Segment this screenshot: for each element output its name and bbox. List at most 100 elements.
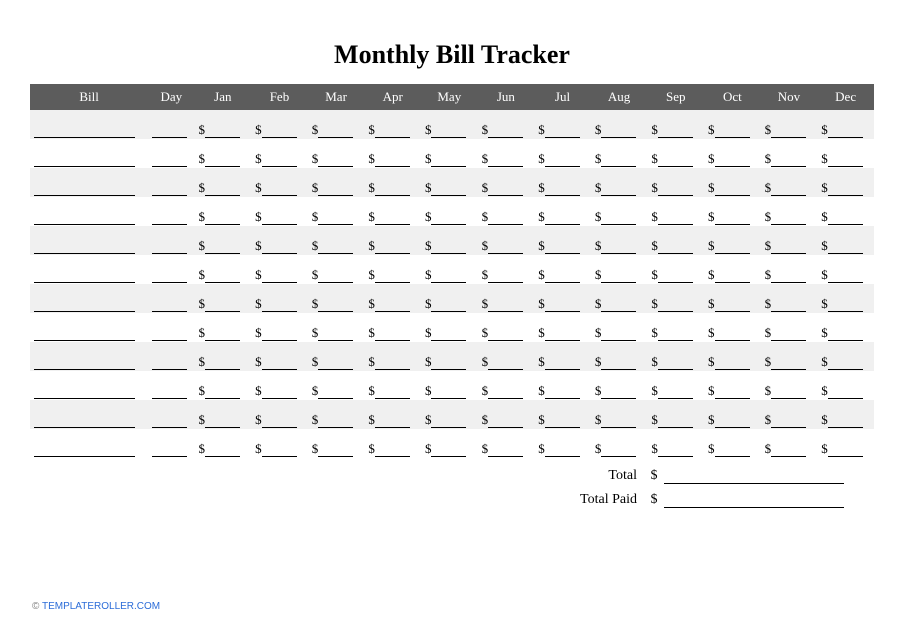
amount-blank[interactable] (488, 271, 523, 283)
bill-name-blank[interactable] (34, 358, 135, 370)
amount-blank[interactable] (771, 213, 806, 225)
amount-blank[interactable] (205, 416, 240, 428)
bill-name-blank[interactable] (34, 387, 135, 399)
amount-blank[interactable] (545, 329, 580, 341)
amount-blank[interactable] (658, 358, 693, 370)
day-blank[interactable] (152, 387, 187, 399)
day-blank[interactable] (152, 329, 187, 341)
amount-blank[interactable] (828, 416, 863, 428)
amount-blank[interactable] (488, 300, 523, 312)
amount-blank[interactable] (375, 387, 410, 399)
amount-blank[interactable] (431, 213, 466, 225)
amount-blank[interactable] (205, 155, 240, 167)
amount-blank[interactable] (262, 300, 297, 312)
amount-blank[interactable] (771, 126, 806, 138)
amount-blank[interactable] (262, 155, 297, 167)
amount-blank[interactable] (545, 126, 580, 138)
amount-blank[interactable] (771, 271, 806, 283)
amount-blank[interactable] (205, 242, 240, 254)
amount-blank[interactable] (488, 126, 523, 138)
amount-blank[interactable] (658, 416, 693, 428)
amount-blank[interactable] (658, 155, 693, 167)
amount-blank[interactable] (375, 184, 410, 196)
amount-blank[interactable] (658, 445, 693, 457)
amount-blank[interactable] (601, 416, 636, 428)
amount-blank[interactable] (771, 358, 806, 370)
amount-blank[interactable] (262, 271, 297, 283)
amount-blank[interactable] (262, 387, 297, 399)
amount-blank[interactable] (715, 445, 750, 457)
amount-blank[interactable] (318, 126, 353, 138)
amount-blank[interactable] (601, 300, 636, 312)
amount-blank[interactable] (828, 242, 863, 254)
amount-blank[interactable] (545, 271, 580, 283)
amount-blank[interactable] (545, 445, 580, 457)
amount-blank[interactable] (375, 271, 410, 283)
amount-blank[interactable] (601, 271, 636, 283)
amount-blank[interactable] (828, 155, 863, 167)
amount-blank[interactable] (545, 387, 580, 399)
amount-blank[interactable] (205, 329, 240, 341)
amount-blank[interactable] (375, 213, 410, 225)
day-blank[interactable] (152, 300, 187, 312)
bill-name-blank[interactable] (34, 271, 135, 283)
amount-blank[interactable] (601, 387, 636, 399)
amount-blank[interactable] (205, 184, 240, 196)
amount-blank[interactable] (318, 184, 353, 196)
amount-blank[interactable] (488, 184, 523, 196)
amount-blank[interactable] (318, 271, 353, 283)
amount-blank[interactable] (828, 387, 863, 399)
amount-blank[interactable] (715, 126, 750, 138)
amount-blank[interactable] (545, 155, 580, 167)
amount-blank[interactable] (431, 329, 466, 341)
amount-blank[interactable] (545, 300, 580, 312)
day-blank[interactable] (152, 242, 187, 254)
amount-blank[interactable] (601, 126, 636, 138)
amount-blank[interactable] (488, 358, 523, 370)
amount-blank[interactable] (545, 358, 580, 370)
amount-blank[interactable] (205, 387, 240, 399)
amount-blank[interactable] (601, 445, 636, 457)
amount-blank[interactable] (205, 126, 240, 138)
amount-blank[interactable] (715, 155, 750, 167)
amount-blank[interactable] (318, 155, 353, 167)
amount-blank[interactable] (658, 213, 693, 225)
amount-blank[interactable] (715, 329, 750, 341)
bill-name-blank[interactable] (34, 213, 135, 225)
amount-blank[interactable] (262, 126, 297, 138)
amount-blank[interactable] (828, 271, 863, 283)
bill-name-blank[interactable] (34, 416, 135, 428)
amount-blank[interactable] (601, 329, 636, 341)
amount-blank[interactable] (771, 329, 806, 341)
amount-blank[interactable] (375, 416, 410, 428)
day-blank[interactable] (152, 213, 187, 225)
amount-blank[interactable] (262, 445, 297, 457)
amount-blank[interactable] (375, 445, 410, 457)
amount-blank[interactable] (262, 242, 297, 254)
amount-blank[interactable] (431, 416, 466, 428)
amount-blank[interactable] (431, 387, 466, 399)
amount-blank[interactable] (658, 271, 693, 283)
amount-blank[interactable] (771, 300, 806, 312)
amount-blank[interactable] (318, 358, 353, 370)
amount-blank[interactable] (318, 387, 353, 399)
amount-blank[interactable] (828, 126, 863, 138)
amount-blank[interactable] (205, 300, 240, 312)
amount-blank[interactable] (205, 213, 240, 225)
day-blank[interactable] (152, 155, 187, 167)
amount-blank[interactable] (431, 126, 466, 138)
amount-blank[interactable] (828, 329, 863, 341)
amount-blank[interactable] (488, 416, 523, 428)
amount-blank[interactable] (545, 184, 580, 196)
amount-blank[interactable] (488, 242, 523, 254)
amount-blank[interactable] (601, 213, 636, 225)
amount-blank[interactable] (488, 155, 523, 167)
amount-blank[interactable] (262, 329, 297, 341)
amount-blank[interactable] (771, 184, 806, 196)
amount-blank[interactable] (658, 126, 693, 138)
amount-blank[interactable] (828, 300, 863, 312)
amount-blank[interactable] (431, 271, 466, 283)
bill-name-blank[interactable] (34, 242, 135, 254)
amount-blank[interactable] (545, 416, 580, 428)
day-blank[interactable] (152, 358, 187, 370)
